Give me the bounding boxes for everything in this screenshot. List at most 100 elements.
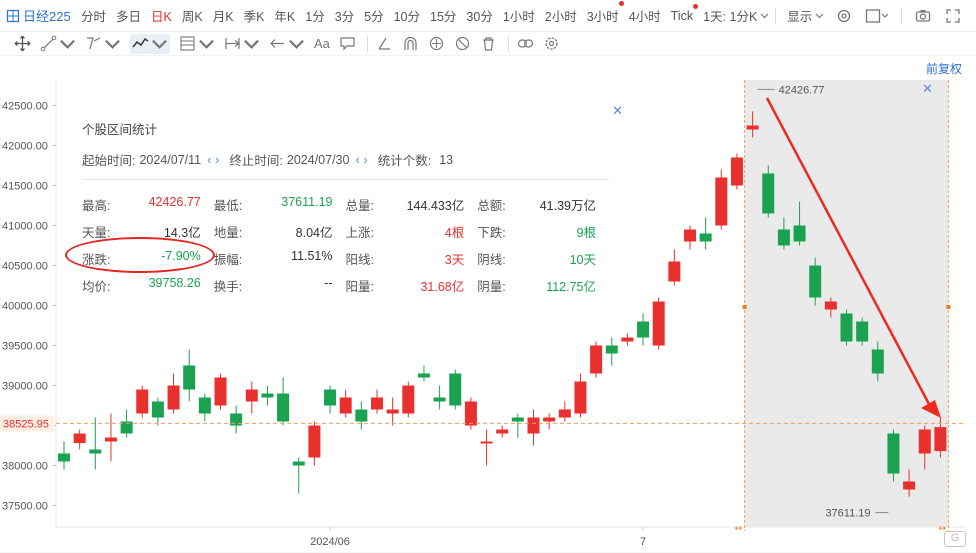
low-annotation-label: 37611.19 (825, 508, 870, 520)
stat-label: 阴线: (477, 253, 506, 267)
candle-body (214, 377, 227, 406)
stat-value: 8.04亿 (295, 226, 333, 240)
selection-drag-left-icon: ↔ (735, 524, 743, 534)
stat-value: 37611.19 (281, 195, 333, 209)
current-price-label: 38525.95 (3, 418, 49, 430)
stat-value: 31.68亿 (420, 280, 465, 294)
candle-body (684, 229, 696, 242)
candle-body (871, 349, 884, 374)
y-tick-label: 40000.00 (2, 301, 48, 313)
candle-body (417, 373, 430, 378)
watermark: G (944, 531, 966, 547)
y-tick-label: 37500.00 (2, 501, 48, 513)
candle-body (261, 393, 274, 398)
y-tick-label: 39500.00 (2, 341, 48, 353)
y-tick-label: 41000.00 (2, 221, 48, 233)
stat-value: 4根 (444, 226, 465, 240)
candle-body (887, 433, 900, 474)
stat-cell: 总额: 41.39万亿 (477, 195, 609, 215)
stat-label: 阳量: (345, 280, 374, 294)
stat-label: 总额: (477, 199, 506, 213)
range-row: 起始时间: 2024/07/11 ‹ › 终止时间: 2024/07/30 ‹ … (82, 150, 459, 169)
candle-body (167, 385, 180, 410)
stat-value: 3天 (444, 253, 465, 267)
start-value: 2024/07/11 (139, 152, 202, 167)
stat-label: 振幅: (213, 253, 243, 267)
stat-cell: 上涨: 4根 (346, 222, 478, 242)
candle-body (449, 373, 462, 406)
stat-value: 39758.26 (148, 276, 201, 290)
stat-cell: 振幅: 11.51% (214, 249, 346, 269)
x-tick-label: 7 (640, 536, 646, 548)
selection-region (744, 80, 949, 527)
stat-label: 最低: (213, 199, 243, 213)
candle-body (762, 173, 775, 214)
candle-body (934, 427, 947, 452)
stat-value: 112.75亿 (546, 280, 596, 294)
close-selection-icon[interactable]: ✕ (922, 81, 933, 97)
x-tick-label: 2024/06 (310, 536, 350, 548)
stat-cell: 总量: 144.433亿 (346, 195, 478, 215)
y-tick-label: 38000.00 (2, 461, 48, 473)
stat-label: 均价: (82, 280, 111, 294)
stat-value: 42426.77 (148, 195, 201, 209)
candle-body (308, 425, 321, 458)
stat-cell: 阳线: 3天 (346, 249, 478, 269)
stat-value: 10天 (569, 253, 596, 267)
stat-cell: 最高: 42426.77 (82, 195, 214, 215)
stat-cell: 下跌: 9根 (477, 222, 609, 242)
candle-body (339, 397, 352, 414)
candle-body (136, 389, 149, 414)
start-stepper-icon[interactable]: ‹ › (207, 152, 219, 167)
candle-body (652, 301, 665, 346)
candle-body (433, 397, 446, 402)
candle-body (637, 321, 650, 338)
stat-value: 11.51% (291, 249, 333, 263)
stat-label: 地量: (213, 226, 243, 240)
stat-label: 上涨: (345, 226, 374, 240)
stat-label: 阴量: (477, 280, 506, 294)
candle-body (104, 437, 117, 442)
stat-cell: 最低: 37611.19 (214, 195, 346, 215)
candle-body (590, 345, 603, 374)
candle-body (198, 397, 211, 414)
candle-body (809, 265, 822, 298)
candle-body (183, 365, 196, 390)
stat-label: 总量: (345, 199, 374, 213)
end-stepper-icon[interactable]: ‹ › (355, 152, 367, 167)
candle-body (856, 321, 869, 342)
stat-cell: 阳量: 31.68亿 (346, 276, 478, 296)
start-label: 起始时间: (82, 154, 136, 168)
stat-cell: 均价: 39758.26 (82, 276, 214, 296)
selection-left-handle (742, 305, 747, 309)
candle-body (58, 453, 70, 462)
candle-body (371, 397, 383, 410)
y-tick-label: 42000.00 (2, 141, 48, 153)
count-value: 13 (439, 152, 454, 167)
stat-value: 9根 (576, 226, 596, 240)
stat-value: 41.39万亿 (539, 199, 596, 213)
candle-body (355, 409, 368, 422)
stat-cell: 阴量: 112.75亿 (477, 276, 609, 296)
stat-label: 换手: (213, 280, 243, 294)
selection-right-handle (946, 305, 951, 309)
end-value: 2024/07/30 (286, 152, 350, 167)
stats-row: 最高: 42426.77 最低: 37611.19 总量: 144.433亿 总额: 41.3… (82, 195, 609, 215)
end-label: 终止时间: (229, 154, 283, 168)
candle-body (464, 401, 477, 426)
candle-body (777, 229, 790, 246)
stat-value: 144.433亿 (406, 199, 465, 213)
candle-body (151, 401, 164, 418)
stat-label: 下跌: (477, 226, 506, 240)
stat-label: 最高: (82, 199, 111, 213)
panel-divider (82, 179, 609, 180)
y-tick-label: 40500.00 (2, 261, 48, 273)
candle-body (621, 337, 634, 342)
close-icon[interactable]: ✕ (612, 103, 623, 119)
candle-body (292, 461, 305, 466)
candle-body (324, 389, 337, 406)
stat-label: 阳线: (345, 253, 374, 267)
candle-body (496, 429, 509, 434)
candle-body (793, 225, 806, 242)
candle-body (824, 301, 837, 310)
